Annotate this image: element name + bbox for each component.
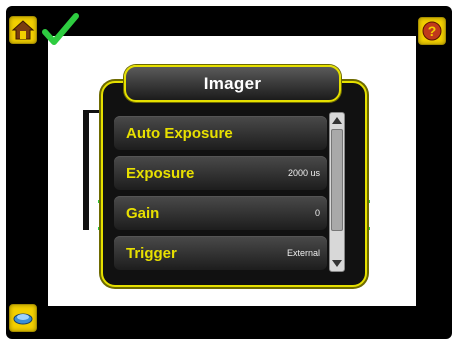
display-icon [13,313,33,325]
menu-item-auto-exposure[interactable]: Auto Exposure [114,116,327,150]
scroll-thumb[interactable] [331,129,343,231]
checkmark-icon [42,13,79,45]
menu-title-bar: Imager [124,65,341,102]
svg-text:?: ? [428,23,437,39]
menu-title: Imager [203,73,262,93]
menu-item-label: Exposure [126,164,195,182]
display-button[interactable] [9,304,37,332]
home-button[interactable] [9,16,37,44]
menu-item-value: 0 [314,208,320,218]
scroll-up-icon[interactable] [332,117,342,124]
help-button[interactable]: ? [418,17,446,45]
menu-item-label: Auto Exposure [126,124,233,142]
home-icon [11,20,35,40]
menu-item-label: Gain [126,204,160,222]
menu-item-trigger[interactable]: Trigger External [114,236,327,270]
menu-scrollbar[interactable] [329,112,345,272]
menu-item-value: External [286,248,320,258]
help-icon: ? [422,21,442,41]
image-edge [83,110,89,230]
menu-item-gain[interactable]: Gain 0 [114,196,327,230]
menu-item-value: 2000 us [287,168,320,178]
menu-item-label: Trigger [126,244,177,262]
scroll-down-icon[interactable] [332,260,342,267]
menu-item-exposure[interactable]: Exposure 2000 us [114,156,327,190]
